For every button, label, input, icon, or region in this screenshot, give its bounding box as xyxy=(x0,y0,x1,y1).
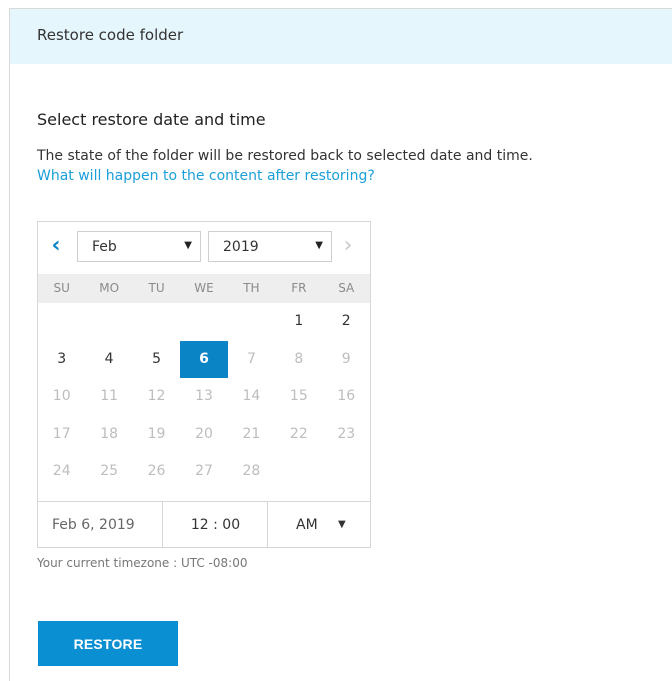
weekday-label: SA xyxy=(338,281,355,295)
day-cell: 12 xyxy=(147,388,166,405)
empty-day-cell xyxy=(133,303,180,341)
chevron-left-icon[interactable]: ‹ xyxy=(46,235,66,257)
day-cell: 17 xyxy=(52,425,71,442)
weekday-label: FR xyxy=(291,281,307,295)
day-cell: 23 xyxy=(337,425,356,442)
empty-day-cell xyxy=(180,303,227,341)
day-cell: 27 xyxy=(195,463,213,480)
weekday-label: TH xyxy=(243,281,260,295)
day-cell[interactable]: 4 xyxy=(85,341,132,379)
day-cell: 8 xyxy=(294,350,304,367)
day-cell: 11 xyxy=(100,388,119,405)
month-value: Feb xyxy=(92,239,117,255)
ampm-value: AM xyxy=(296,517,318,533)
chevron-right-icon[interactable]: › xyxy=(338,235,358,257)
day-cell: 28 xyxy=(242,463,261,480)
day-cell: 18 xyxy=(100,425,119,442)
calendar-navigation: ‹ Feb ▼ 2019 ▼ › xyxy=(38,222,370,274)
section-description: The state of the folder will be restored… xyxy=(37,148,533,164)
weekday-label: WE xyxy=(194,281,214,295)
selected-day-cell[interactable]: 6 xyxy=(180,340,228,379)
selected-date-readout: Feb 6, 2019 xyxy=(38,502,163,548)
day-cell: 22 xyxy=(289,425,308,442)
day-cell: 10 xyxy=(52,388,71,405)
day-cell: 16 xyxy=(337,388,356,405)
day-cell: 25 xyxy=(100,463,119,480)
day-cell[interactable]: 2 xyxy=(323,303,370,341)
year-value: 2019 xyxy=(223,239,259,255)
day-grid: 1 2 3 4 5 6 7 8 9 10 11 12 13 14 15 16 17 18 19 20 21 22 23 24 2… xyxy=(38,303,370,491)
panel-header: Restore code folder xyxy=(10,9,672,64)
empty-day-cell xyxy=(275,453,322,491)
weekday-label: MO xyxy=(99,281,120,295)
panel-title: Restore code folder xyxy=(37,26,184,44)
timezone-text: Your current timezone : UTC -08:00 xyxy=(37,556,248,570)
caret-down-icon: ▼ xyxy=(338,519,346,530)
day-cell: 21 xyxy=(242,425,261,442)
restore-button[interactable]: RESTORE xyxy=(38,621,178,666)
time-input[interactable]: 12 : 00 xyxy=(164,502,268,548)
empty-day-cell xyxy=(38,303,85,341)
empty-day-cell xyxy=(228,303,275,341)
help-link[interactable]: What will happen to the content after re… xyxy=(37,168,375,184)
section-heading: Select restore date and time xyxy=(37,110,266,129)
day-cell: 19 xyxy=(147,425,166,442)
day-cell: 14 xyxy=(242,388,261,405)
weekday-label: TU xyxy=(148,281,165,295)
month-select[interactable]: Feb ▼ xyxy=(77,231,201,262)
day-cell[interactable]: 3 xyxy=(38,341,85,379)
day-cell: 20 xyxy=(195,425,213,442)
caret-down-icon: ▼ xyxy=(184,240,192,251)
weekday-header: SU MO TU WE TH FR SA xyxy=(38,274,370,303)
day-cell: 15 xyxy=(289,388,308,405)
calendar-footer: Feb 6, 2019 12 : 00 AM ▼ xyxy=(38,501,370,548)
day-cell[interactable]: 5 xyxy=(133,341,180,379)
day-cell: 26 xyxy=(147,463,166,480)
weekday-label: SU xyxy=(53,281,70,295)
empty-day-cell xyxy=(323,453,370,491)
day-cell: 13 xyxy=(195,388,213,405)
caret-down-icon: ▼ xyxy=(315,240,323,251)
day-cell: 9 xyxy=(341,350,351,367)
year-select[interactable]: 2019 ▼ xyxy=(208,231,332,262)
day-cell: 24 xyxy=(52,463,71,480)
ampm-select[interactable]: AM ▼ xyxy=(269,502,370,548)
day-cell: 7 xyxy=(246,350,256,367)
empty-day-cell xyxy=(85,303,132,341)
restore-panel: Restore code folder Select restore date … xyxy=(9,8,672,681)
day-cell[interactable]: 1 xyxy=(275,303,322,341)
date-picker: ‹ Feb ▼ 2019 ▼ › SU MO TU WE TH FR SA 12345678… xyxy=(37,221,371,548)
